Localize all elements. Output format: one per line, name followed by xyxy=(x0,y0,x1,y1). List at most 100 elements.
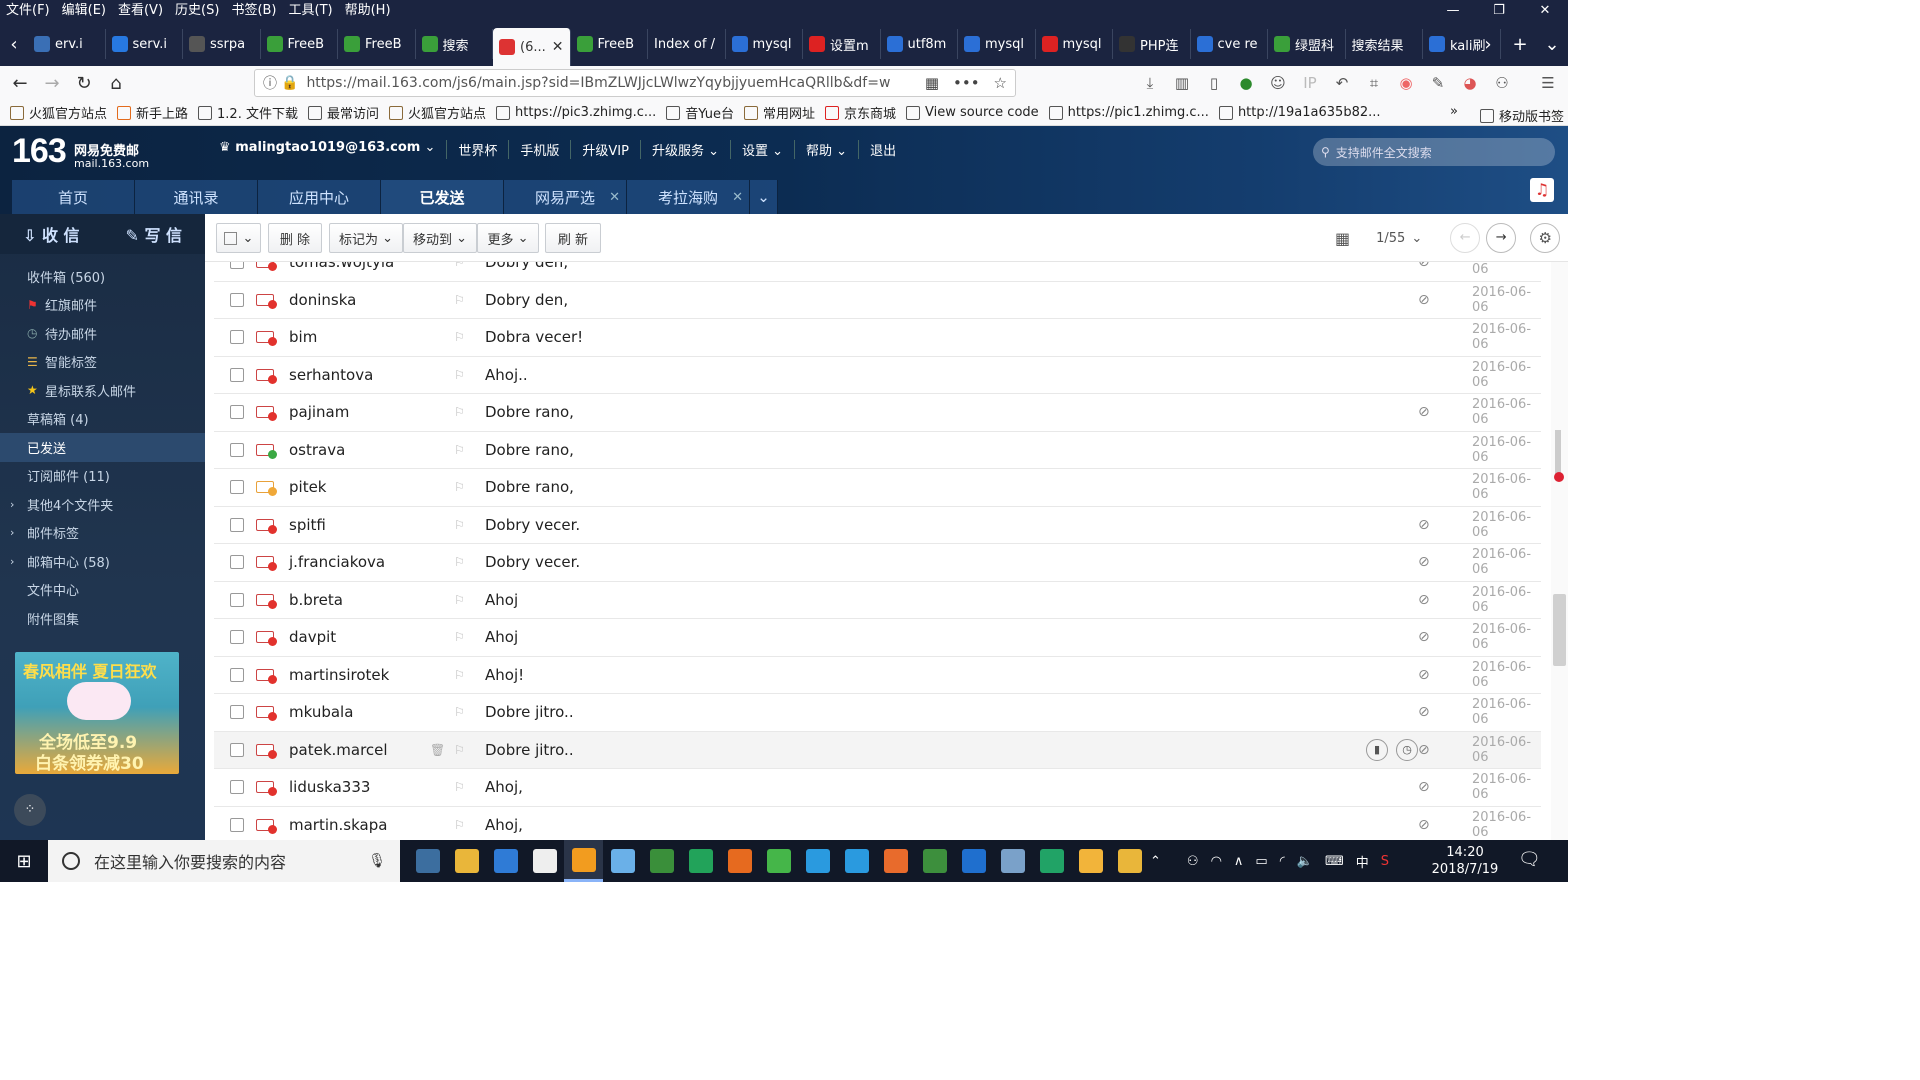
move-to-button[interactable]: 移动到 ⌄ xyxy=(403,223,477,253)
row-checkbox[interactable] xyxy=(230,705,244,720)
crop-icon[interactable]: ⌗ xyxy=(1364,74,1384,92)
mail-row[interactable]: bim ⚐ Dobra vecer! 2016-06-06 xyxy=(214,319,1541,357)
bookmark-item[interactable]: 火狐官方站点 xyxy=(10,103,107,122)
extension-orange-icon[interactable]: ◉ xyxy=(1396,74,1416,92)
extension-alien-icon[interactable]: ☺ xyxy=(1268,74,1288,92)
browser-tab[interactable]: FreeB xyxy=(571,29,648,59)
flag-icon[interactable]: ⚐ xyxy=(454,555,465,569)
folder-item[interactable]: › 其他4个文件夹 xyxy=(0,490,205,519)
microphone-icon[interactable]: 🎙 xyxy=(368,853,386,869)
mail-row[interactable]: martin.skapa ⚐ Ahoj, ⊘ 2016-06-06 xyxy=(214,807,1541,841)
close-mail-tab-icon[interactable]: ✕ xyxy=(609,190,620,205)
mail-subject[interactable]: Ahoj! xyxy=(485,666,524,684)
mail-logo[interactable]: 163 网易免费邮 mail.163.com xyxy=(12,132,149,171)
next-page-icon[interactable]: → xyxy=(1486,223,1517,253)
page-dropdown-icon[interactable]: ⌄ xyxy=(1411,231,1422,246)
mail-recipient[interactable]: pitek xyxy=(289,478,327,496)
browser-tab[interactable]: erv.i xyxy=(28,29,106,59)
extension-people-icon[interactable]: ⚇ xyxy=(1492,74,1512,92)
mail-recipient[interactable]: b.breta xyxy=(289,591,343,609)
taskbar-app-icon[interactable] xyxy=(1032,840,1071,882)
mail-recipient[interactable]: pajinam xyxy=(289,403,349,421)
expand-caret-icon[interactable]: › xyxy=(10,526,14,539)
folder-item[interactable]: 已发送 xyxy=(0,433,205,462)
back-icon[interactable]: ← xyxy=(4,67,36,99)
browser-tab[interactable]: Index of / xyxy=(648,29,726,59)
bookmark-item[interactable]: 新手上路 xyxy=(117,103,188,122)
mail-row[interactable]: martinsirotek ⚐ Ahoj! ⊘ 2016-06-06 xyxy=(214,657,1541,694)
people-icon[interactable]: ⚇ xyxy=(1187,854,1199,869)
mail-subject[interactable]: Dobre rano, xyxy=(485,478,574,496)
taskbar-app-icon[interactable] xyxy=(759,840,798,882)
mail-recipient[interactable]: j.franciakova xyxy=(289,553,385,571)
refresh-button[interactable]: 刷 新 xyxy=(545,223,601,253)
trash-icon[interactable]: 🗑 xyxy=(430,743,445,757)
mail-recipient[interactable]: ostrava xyxy=(289,441,345,459)
taskbar-app-icon[interactable] xyxy=(525,840,564,882)
mail-tab[interactable]: 应用中心 xyxy=(258,180,381,214)
url-text[interactable]: https://mail.163.com/js6/main.jsp?sid=IB… xyxy=(306,75,890,91)
bookmark-star-icon[interactable]: ☆ xyxy=(994,74,1007,92)
mail-recipient[interactable]: mkubala xyxy=(289,703,353,721)
row-checkbox[interactable] xyxy=(230,592,244,607)
row-checkbox[interactable] xyxy=(230,630,244,645)
browser-tab[interactable]: 搜索结果 xyxy=(1346,29,1423,59)
prev-page-icon[interactable]: ← xyxy=(1450,223,1481,253)
mail-subject[interactable]: Dobre jitro.. xyxy=(485,741,574,759)
mail-tab[interactable]: 网易严选 ✕ xyxy=(504,180,627,214)
bookmark-item[interactable]: https://pic1.zhimg.c... xyxy=(1048,105,1209,120)
mail-row[interactable]: doninska ⚐ Dobry den, ⊘ 2016-06-06 xyxy=(214,282,1541,319)
top-nav-link[interactable]: 退出 xyxy=(859,140,907,159)
mail-subject[interactable]: Dobre rano, xyxy=(485,403,574,421)
mail-row[interactable]: pitek ⚐ Dobre rano, 2016-06-06 xyxy=(214,469,1541,507)
mail-subject[interactable]: Ahoj xyxy=(485,591,518,609)
select-all-checkbox[interactable]: ⌄ xyxy=(216,223,261,253)
qr-code-icon[interactable]: ▦ xyxy=(925,74,939,92)
apps-grid-icon[interactable]: ⁘ xyxy=(14,794,46,826)
ime-indicator[interactable]: 中 xyxy=(1356,852,1369,871)
browser-tab[interactable]: serv.i xyxy=(106,29,183,59)
close-mail-tab-icon[interactable]: ✕ xyxy=(732,190,743,205)
taskbar-app-icon[interactable] xyxy=(798,840,837,882)
browser-tab[interactable]: (6... ✕ xyxy=(493,28,571,66)
bookmark-item[interactable]: 京东商城 xyxy=(825,103,896,122)
receive-button[interactable]: ⇩ 收 信 xyxy=(23,222,80,246)
flag-icon[interactable]: ⚐ xyxy=(454,368,465,382)
top-nav-link[interactable]: 升级服务 ⌄ xyxy=(641,140,732,159)
flag-icon[interactable]: ⚐ xyxy=(454,780,465,794)
top-nav-link[interactable]: 设置 ⌄ xyxy=(731,140,796,159)
bookmark-item[interactable]: View source code xyxy=(906,105,1039,120)
browser-tab[interactable]: 绿盟科 xyxy=(1268,29,1346,59)
taskbar-app-icon[interactable] xyxy=(954,840,993,882)
flag-icon[interactable]: ⚐ xyxy=(454,443,465,457)
menu-item[interactable]: 编辑(E) xyxy=(56,0,112,22)
show-hidden-icon[interactable]: ∧ xyxy=(1234,854,1244,869)
tab-list-icon[interactable]: ⌄ xyxy=(1536,34,1568,55)
info-icon[interactable]: ⓘ xyxy=(263,73,277,93)
bookmark-item[interactable]: 移动版书签 xyxy=(1480,106,1564,125)
browser-tab[interactable]: PHP连 xyxy=(1113,29,1191,59)
mail-recipient[interactable]: bim xyxy=(289,328,317,346)
taskbar-app-icon[interactable] xyxy=(1071,840,1110,882)
row-checkbox[interactable] xyxy=(230,480,244,495)
mail-tab[interactable]: 通讯录 xyxy=(135,180,258,214)
clock[interactable]: 14:20 2018/7/19 xyxy=(1430,844,1500,878)
folder-item[interactable]: 收件箱 (560) xyxy=(0,262,205,291)
close-tab-icon[interactable]: ✕ xyxy=(552,39,564,55)
mail-recipient[interactable]: tomas.wojtyla xyxy=(289,262,394,271)
bookmark-item[interactable]: 火狐官方站点 xyxy=(389,103,486,122)
top-nav-link[interactable]: 帮助 ⌄ xyxy=(795,140,860,159)
top-nav-link[interactable]: 升级VIP xyxy=(571,140,641,159)
mail-recipient[interactable]: patek.marcel xyxy=(289,741,388,759)
menu-item[interactable]: 历史(S) xyxy=(169,0,225,22)
browser-tab[interactable]: cve re xyxy=(1191,29,1268,59)
flag-icon[interactable]: ⚐ xyxy=(454,518,465,532)
browser-tab[interactable]: 搜索 xyxy=(416,29,493,59)
row-checkbox[interactable] xyxy=(230,405,244,420)
flag-icon[interactable]: ⚐ xyxy=(454,480,465,494)
mail-row[interactable]: liduska333 ⚐ Ahoj, ⊘ 2016-06-06 xyxy=(214,769,1541,807)
folder-item[interactable]: 文件中心 xyxy=(0,576,205,605)
home-icon[interactable]: ⌂ xyxy=(100,67,132,99)
scrollbar-thumb[interactable] xyxy=(1553,594,1566,666)
mail-row[interactable]: serhantova ⚐ Ahoj.. 2016-06-06 xyxy=(214,357,1541,394)
